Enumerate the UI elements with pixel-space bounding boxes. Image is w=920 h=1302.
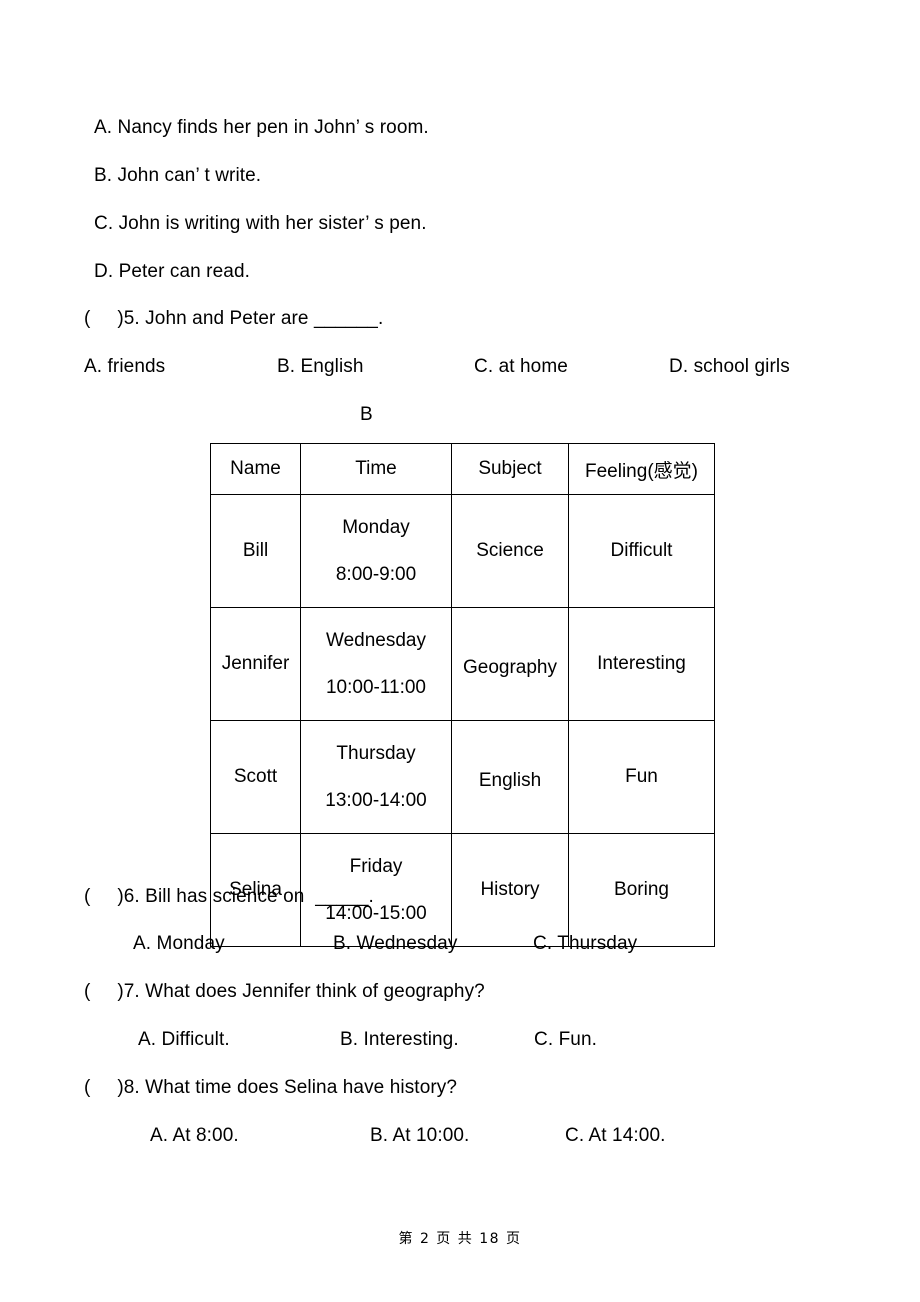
question8-stem: ( )8. What time does Selina have history… bbox=[84, 1077, 458, 1098]
cell-subject: History bbox=[451, 833, 569, 947]
question6-option-b: B. Wednesday bbox=[333, 933, 458, 954]
section-label-b: B bbox=[360, 404, 373, 425]
cell-subject: English bbox=[451, 720, 569, 834]
document-page: A. Nancy finds her pen in John’ s room. … bbox=[0, 0, 920, 1302]
cell-time: Monday 8:00-9:00 bbox=[300, 494, 452, 608]
question8-option-a: A. At 8:00. bbox=[150, 1125, 239, 1146]
cell-feeling: Boring bbox=[568, 833, 715, 947]
table-row: Jennifer Wednesday 10:00-11:00 Geography… bbox=[210, 607, 715, 721]
question4-option-c: C. John is writing with her sister’ s pe… bbox=[94, 213, 427, 234]
table-header-row: Name Time Subject Feeling(感觉) bbox=[210, 443, 715, 495]
cell-feeling: Difficult bbox=[568, 494, 715, 608]
question7-stem: ( )7. What does Jennifer think of geogra… bbox=[84, 981, 485, 1002]
cell-feeling: Fun bbox=[568, 720, 715, 834]
question6-stem: ( )6. Bill has science on _____. bbox=[84, 886, 374, 907]
question4-option-b: B. John can’ t write. bbox=[94, 165, 262, 186]
question8-option-c: C. At 14:00. bbox=[565, 1125, 666, 1146]
question4-option-d: D. Peter can read. bbox=[94, 261, 250, 282]
question7-option-b: B. Interesting. bbox=[340, 1029, 459, 1050]
cell-subject: Science bbox=[451, 494, 569, 608]
question4-option-a: A. Nancy finds her pen in John’ s room. bbox=[94, 117, 429, 138]
cell-name: Bill bbox=[210, 494, 301, 608]
schedule-table: Name Time Subject Feeling(感觉) Bill Monda… bbox=[210, 443, 715, 947]
question8-option-b: B. At 10:00. bbox=[370, 1125, 470, 1146]
cell-name: Scott bbox=[210, 720, 301, 834]
question5-option-d: D. school girls bbox=[669, 356, 790, 377]
table-header-name: Name bbox=[210, 443, 301, 495]
cell-subject: Geography bbox=[451, 607, 569, 721]
cell-name: Jennifer bbox=[210, 607, 301, 721]
question5-option-c: C. at home bbox=[474, 356, 568, 377]
cell-time-day: Monday bbox=[342, 517, 410, 538]
question6-option-c: C. Thursday bbox=[533, 933, 638, 954]
cell-time-range: 13:00-14:00 bbox=[325, 790, 427, 811]
question5-option-b: B. English bbox=[277, 356, 364, 377]
cell-time-range: 8:00-9:00 bbox=[335, 564, 417, 585]
cell-feeling: Interesting bbox=[568, 607, 715, 721]
cell-time-range: 10:00-11:00 bbox=[325, 677, 426, 698]
table-header-subject: Subject bbox=[451, 443, 569, 495]
page-footer: 第 2 页 共 18 页 bbox=[398, 1231, 522, 1247]
cell-time: Wednesday 10:00-11:00 bbox=[300, 607, 452, 721]
cell-time: Thursday 13:00-14:00 bbox=[300, 720, 452, 834]
cell-time-day: Wednesday bbox=[326, 630, 426, 651]
question5-stem: ( )5. John and Peter are ______. bbox=[84, 308, 384, 329]
table-header-time: Time bbox=[300, 443, 452, 495]
table-row: Bill Monday 8:00-9:00 Science Difficult bbox=[210, 494, 715, 608]
cell-time-day: Friday bbox=[349, 856, 403, 877]
question7-option-a: A. Difficult. bbox=[138, 1029, 230, 1050]
table-header-feeling: Feeling(感觉) bbox=[568, 443, 715, 495]
question5-option-a: A. friends bbox=[84, 356, 166, 377]
question7-option-c: C. Fun. bbox=[534, 1029, 597, 1050]
question6-option-a: A. Monday bbox=[133, 933, 225, 954]
cell-time-day: Thursday bbox=[336, 743, 416, 764]
table-row: Scott Thursday 13:00-14:00 English Fun bbox=[210, 720, 715, 834]
